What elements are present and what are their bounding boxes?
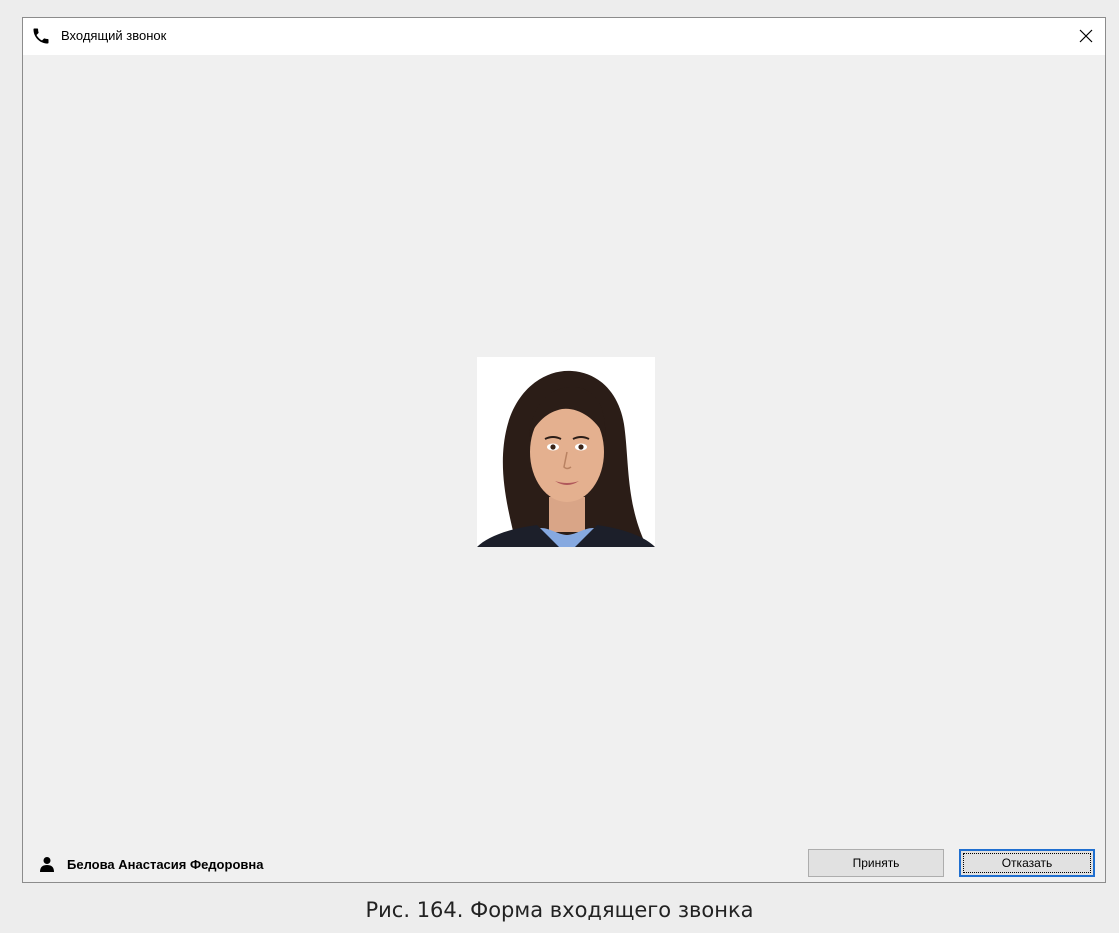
phone-icon	[31, 26, 51, 46]
user-icon	[39, 856, 55, 872]
title-bar: Входящий звонок	[23, 18, 1105, 55]
decline-button[interactable]: Отказать	[959, 849, 1095, 877]
window-title: Входящий звонок	[61, 28, 167, 43]
caller-photo	[477, 357, 655, 547]
figure-caption: Рис. 164. Форма входящего звонка	[365, 898, 754, 922]
accept-button[interactable]: Принять	[808, 849, 944, 877]
incoming-call-window: Входящий звонок Белова Анастасия Федоров…	[22, 17, 1106, 883]
close-button[interactable]	[1071, 22, 1101, 50]
caller-name: Белова Анастасия Федоровна	[67, 856, 264, 872]
caller-info: Белова Анастасия Федоровна	[39, 856, 263, 872]
focus-rectangle	[963, 853, 1091, 873]
close-icon	[1079, 29, 1093, 43]
